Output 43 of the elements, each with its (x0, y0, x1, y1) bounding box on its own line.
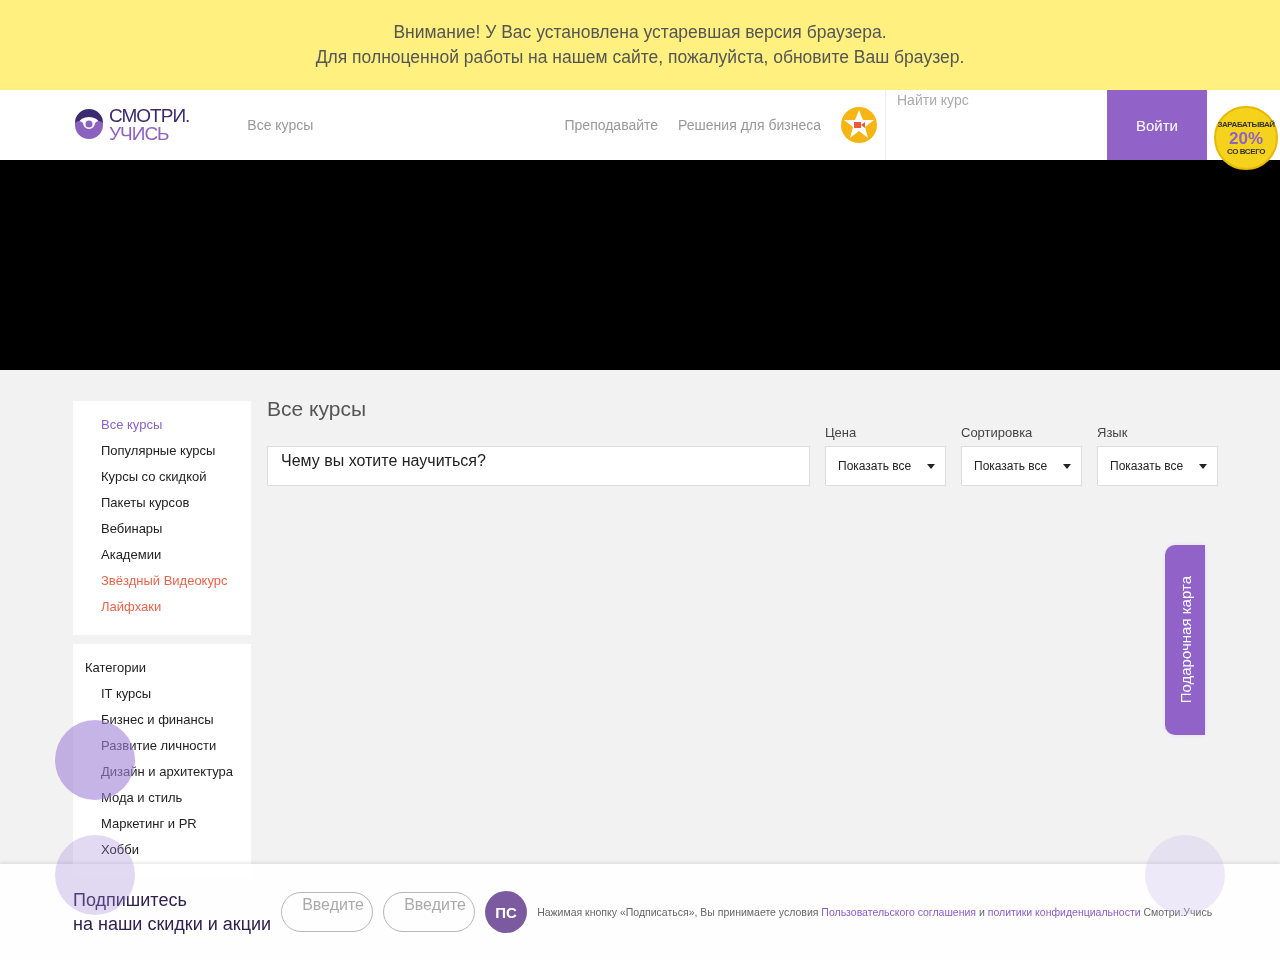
sidebar-item[interactable]: Маркетинг и PR (85, 816, 239, 832)
login-button[interactable]: Войти (1107, 90, 1207, 160)
subscribe-title: Подпишитесь на наши скидки и акции (73, 889, 272, 936)
sidebar-item[interactable]: Бизнес и финансы (85, 712, 239, 728)
sidebar-item[interactable]: Развитие личности (85, 738, 239, 754)
sidebar-item[interactable]: Популярные курсы (85, 443, 239, 459)
site-logo[interactable]: СМОТРИ. УЧИСЬ (73, 90, 190, 160)
sidebar-item[interactable]: Мода и стиль (85, 790, 239, 806)
badge-text: СО ВСЕГО (1226, 147, 1266, 156)
warning-text: Внимание! У Вас установлена устаревшая версия браузера. (393, 22, 887, 43)
email-field[interactable]: Введите (383, 892, 476, 932)
filter-label: Цена (825, 425, 858, 440)
filter-label: Язык (1097, 425, 1129, 440)
page-title: Все курсы (267, 397, 367, 421)
subscribe-button[interactable]: ПС (485, 891, 528, 933)
sidebar-item[interactable]: Академии (85, 547, 239, 563)
course-search-field[interactable]: Чему вы хотите научиться? (267, 446, 810, 486)
sidebar-item[interactable]: Дизайн и архитектура (85, 764, 239, 780)
filter-dropdown[interactable]: Показать все (825, 446, 946, 486)
filter-dropdown[interactable]: Показать все (961, 446, 1082, 486)
consent-text: Нажимая кнопку «Подписаться», Вы принимаете условия Пользовательского соглашения и политики конфиденциальности Смотри.Учись (537, 906, 1213, 918)
star-camera-icon[interactable] (841, 107, 877, 143)
badge-percent: 20% (1229, 129, 1263, 147)
sidebar-item[interactable]: Все курсы (85, 417, 239, 433)
filter-label: Сортировка (961, 425, 1034, 440)
sidebar-item[interactable]: Вебинары (85, 521, 239, 537)
caret-icon (927, 463, 935, 469)
sidebar-item[interactable]: IT курсы (85, 686, 239, 702)
policy-link[interactable]: Пользовательского соглашения (821, 906, 977, 918)
caret-icon (1199, 463, 1207, 469)
eye-logo-icon (73, 109, 105, 141)
sidebar-item[interactable]: Курсы со скидкой (85, 469, 239, 485)
policy-link[interactable]: политики конфиденциальности (987, 906, 1141, 918)
filter-dropdown[interactable]: Показать все (1097, 446, 1218, 486)
sidebar-heading: Категории (85, 660, 147, 677)
warning-text: Для полноценной работы на нашем сайте, пожалуйста, обновите Ваш браузер. (315, 47, 965, 68)
logo-text: СМОТРИ. УЧИСЬ (109, 107, 190, 143)
sidebar-item[interactable]: Хобби (85, 842, 239, 858)
email-field[interactable]: Введите (281, 892, 374, 932)
badge-text: ЗАРАБАТЫВАЙ (1217, 120, 1275, 129)
caret-icon (1063, 463, 1071, 469)
sidebar-item[interactable]: Пакеты курсов (85, 495, 239, 511)
gift-card-tab[interactable]: Подарочная карта (1165, 545, 1205, 735)
